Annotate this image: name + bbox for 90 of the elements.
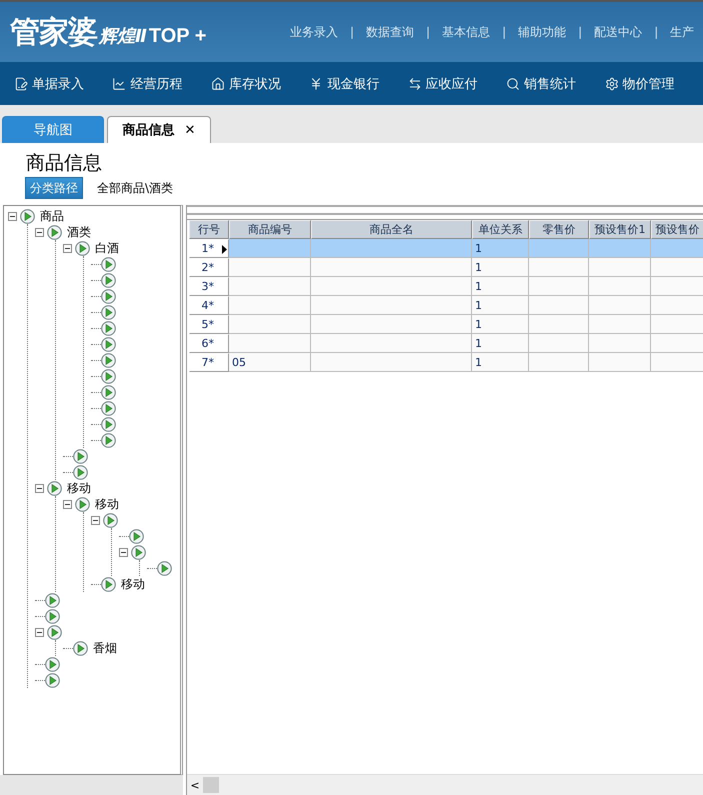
tab[interactable]: 导航图 (2, 116, 104, 143)
column-header[interactable]: 行号 (189, 220, 229, 239)
top-menu-item[interactable]: 数据查询 (366, 24, 414, 40)
table-cell (529, 296, 589, 315)
column-header[interactable]: 商品全名 (311, 220, 472, 239)
toolbar-button[interactable]: 物价管理 (604, 74, 703, 92)
tree-item[interactable]: 商品 (40, 208, 64, 224)
collapse-toggle[interactable] (35, 484, 44, 492)
toolbar-button[interactable]: 单据录入 (14, 74, 112, 92)
table-cell (589, 334, 651, 353)
menu-separator: | (578, 25, 582, 39)
collapse-toggle[interactable] (63, 500, 72, 508)
collapse-toggle[interactable] (91, 516, 100, 524)
row-number: 6* (189, 334, 229, 353)
table-cell (589, 258, 651, 277)
column-header[interactable]: 预设售价 (651, 220, 703, 239)
table-cell (529, 315, 589, 334)
toolbar-button[interactable]: 库存状况 (210, 74, 310, 92)
logo: 管家婆辉煌ⅡTOP + (8, 14, 208, 52)
tree-item[interactable]: 移动 (95, 496, 119, 512)
toolbar-button[interactable]: 经营历程 (112, 74, 211, 92)
table-cell: 1 (472, 353, 529, 372)
category-path-button[interactable]: 分类路径 (25, 177, 83, 199)
collapse-toggle[interactable] (35, 628, 44, 636)
row-number: 5* (189, 315, 229, 334)
collapse-toggle[interactable] (119, 548, 128, 556)
document-icon (14, 76, 28, 90)
column-header[interactable]: 商品编号 (229, 220, 311, 239)
column-header[interactable]: 单位关系 (472, 220, 529, 239)
table-cell (651, 277, 703, 296)
page-title: 商品信息 (26, 151, 103, 175)
table-cell (589, 315, 651, 334)
table-cell (529, 258, 589, 277)
tree-item[interactable]: 移动 (67, 480, 91, 496)
table-cell: 05 (229, 353, 311, 372)
table-cell: 1 (472, 334, 529, 353)
scrollbar-thumb[interactable] (203, 777, 219, 793)
settings-icon (604, 76, 619, 90)
column-header[interactable]: 预设售价1 (589, 220, 651, 239)
table-cell (651, 353, 703, 372)
top-menu-item[interactable]: 生产 (670, 24, 694, 40)
tree-item[interactable]: 香烟 (93, 640, 117, 656)
table-cell (589, 296, 651, 315)
column-header[interactable]: 零售价 (529, 220, 589, 239)
table-cell (651, 239, 703, 258)
table-cell (529, 353, 589, 372)
table-cell (529, 239, 589, 258)
top-menu-item[interactable]: 辅助功能 (518, 24, 566, 40)
search-icon (506, 76, 520, 90)
row-number: 3* (189, 277, 229, 296)
collapse-toggle[interactable] (8, 212, 17, 220)
close-icon[interactable]: ✕ (184, 122, 196, 138)
line-chart-icon (112, 76, 126, 90)
top-menu-item[interactable]: 配送中心 (594, 24, 642, 40)
table-cell (651, 258, 703, 277)
menu-separator: | (502, 25, 506, 39)
menu-separator: | (426, 25, 430, 39)
row-number: 2* (189, 258, 229, 277)
top-menu-item[interactable]: 业务录入 (290, 24, 338, 40)
swap-arrows-icon (408, 76, 422, 90)
table-cell: 1 (472, 239, 529, 258)
table-cell (651, 315, 703, 334)
top-menu-item[interactable]: 基本信息 (442, 24, 490, 40)
row-number: 4* (189, 296, 229, 315)
tree-item[interactable]: 白酒 (95, 240, 119, 256)
collapse-toggle[interactable] (63, 244, 72, 252)
toolbar-button[interactable]: 现金银行 (309, 74, 408, 92)
table-cell (529, 334, 589, 353)
home-icon (210, 76, 225, 90)
menu-separator: | (654, 25, 658, 39)
menu-separator: | (350, 25, 354, 39)
tab[interactable]: 商品信息 ✕ (107, 116, 211, 143)
tree-item[interactable]: 酒类 (67, 224, 91, 240)
table-cell (651, 334, 703, 353)
row-number: 1* (189, 239, 229, 258)
table-cell (589, 353, 651, 372)
row-number: 7* (189, 353, 229, 372)
table-cell (589, 277, 651, 296)
toolbar-button[interactable]: 销售统计 (506, 74, 605, 92)
table-cell: 1 (472, 277, 529, 296)
category-path: 全部商品\酒类 (97, 180, 174, 196)
table-cell: 1 (472, 258, 529, 277)
table-cell: 1 (472, 296, 529, 315)
table-cell (651, 296, 703, 315)
collapse-toggle[interactable] (35, 228, 44, 236)
table-cell (589, 239, 651, 258)
table-cell (529, 277, 589, 296)
table-cell: 1 (472, 315, 529, 334)
tree-item[interactable]: 移动 (121, 576, 145, 592)
toolbar-button[interactable]: 应收应付 (408, 74, 506, 92)
